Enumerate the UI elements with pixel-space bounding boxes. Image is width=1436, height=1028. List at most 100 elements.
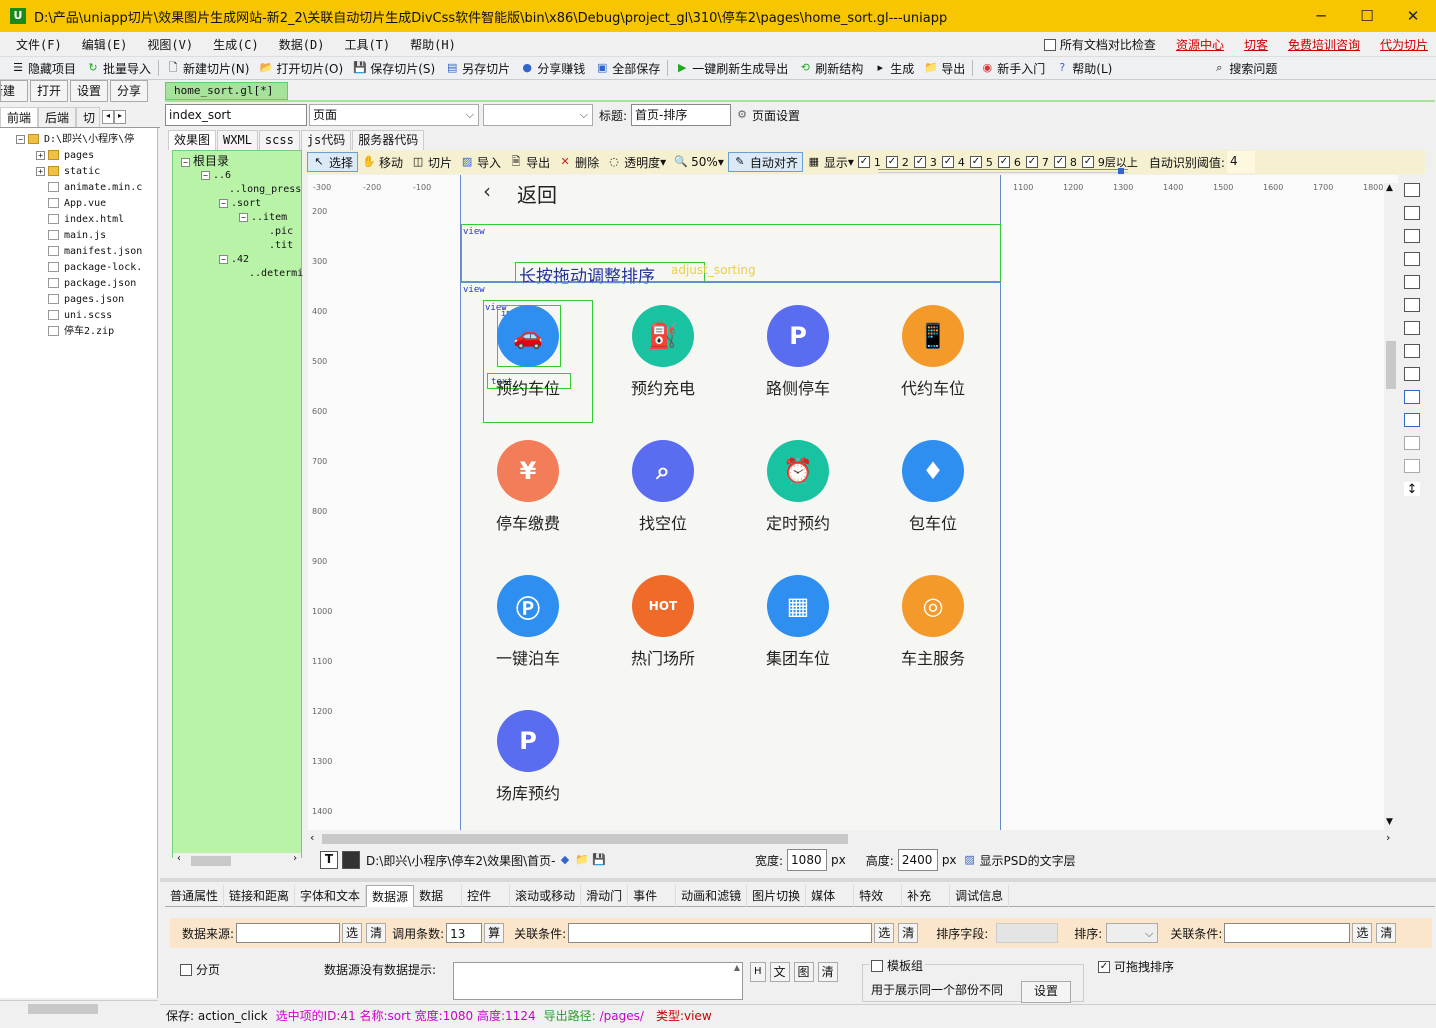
align-center-icon[interactable] — [1404, 206, 1420, 220]
move-tool[interactable]: ✋ 移动 — [358, 152, 407, 172]
folder-icon[interactable]: 📁 — [575, 853, 589, 867]
tab-scroll[interactable]: ◂ ▸ — [102, 109, 127, 124]
compare-all-checkbox[interactable]: 所有文档对比检查 — [1043, 36, 1156, 53]
save-slice-button[interactable]: 💾 保存切片(S) — [348, 57, 440, 79]
file-tree-item[interactable]: App.vue — [48, 196, 106, 212]
align-top-icon[interactable] — [1404, 252, 1420, 266]
grid-item-one-click-park[interactable]: Ⓟ 一键泊车 — [468, 575, 588, 669]
threshold-input[interactable]: 4 — [1226, 151, 1255, 173]
dom-node[interactable]: ..long_press — [229, 183, 301, 197]
grid-item-reserve-space[interactable]: 🚗 预约车位 — [468, 305, 588, 399]
export-button[interactable]: 📁 导出 — [919, 57, 970, 79]
tab-preview[interactable]: 效果图 — [168, 130, 217, 150]
text-button[interactable]: 文 — [769, 962, 790, 982]
tab-wxml[interactable]: WXML — [217, 130, 258, 150]
dom-node[interactable]: .tit — [269, 239, 293, 253]
refresh-generate-export-button[interactable]: ▶ 一键刷新生成导出 — [670, 57, 793, 79]
link-qieke[interactable]: 切客 — [1244, 36, 1268, 53]
file-tree-item[interactable]: index.html — [48, 212, 124, 228]
count-calc-button[interactable]: 算 — [484, 923, 505, 943]
new-tab[interactable]: 新建 — [0, 80, 28, 102]
back-chevron-icon[interactable]: ‹ — [483, 179, 491, 203]
align-middle-icon[interactable] — [1404, 275, 1420, 289]
file-tree-item[interactable]: + static — [36, 164, 100, 180]
tab-supplement[interactable]: 补充 — [902, 884, 951, 907]
tab-backend[interactable]: 后端 — [38, 106, 77, 127]
distribute-vertical-icon[interactable] — [1404, 344, 1420, 358]
collapse-icon[interactable]: − — [201, 170, 210, 180]
canvas-hscroll[interactable]: ‹ › — [308, 831, 1398, 847]
tab-debug[interactable]: 调试信息 — [950, 884, 1010, 907]
file-tree-item[interactable]: uni.scss — [48, 308, 112, 324]
tab-link-distance[interactable]: 链接和距离 — [224, 884, 296, 907]
menu-help[interactable]: 帮助(H) — [400, 36, 466, 53]
file-tree-root[interactable]: − D:\即兴\小程序\停 — [16, 132, 134, 148]
collapse-icon[interactable]: − — [219, 198, 228, 208]
hide-project-button[interactable]: ☰ 隐藏项目 — [6, 57, 81, 79]
file-tree-item[interactable]: 停车2.zip — [48, 324, 114, 340]
color-tool-icon[interactable] — [342, 851, 360, 869]
display-dropdown[interactable]: ▦ 显示 ▾ — [803, 152, 858, 172]
scroll-thumb[interactable] — [322, 834, 848, 844]
level-7-checkbox[interactable]: ✓ 7 — [1025, 156, 1049, 169]
batch-import-button[interactable]: ↻ 批量导入 — [81, 57, 156, 79]
tab-font-text[interactable]: 字体和文本 — [295, 884, 367, 907]
grid-item-find-space[interactable]: ⌕ 找空位 — [603, 440, 723, 534]
dom-node[interactable]: .pic — [269, 225, 293, 239]
level-1-checkbox[interactable]: ✓ 1 — [857, 156, 881, 169]
canvas-vscroll[interactable]: ▲ ▼ — [1384, 183, 1398, 831]
tab-controls[interactable]: 控件 — [462, 884, 511, 907]
link-slice-service[interactable]: 代为切片 — [1380, 36, 1428, 53]
file-tree-item[interactable]: + pages — [36, 148, 94, 164]
paging-checkbox[interactable]: 分页 — [180, 961, 220, 978]
tab-media[interactable]: 媒体 — [806, 884, 855, 907]
width-input[interactable]: 1080 — [787, 849, 828, 871]
level-4-checkbox[interactable]: ✓ 4 — [941, 156, 965, 169]
dom-node[interactable]: ..determi — [249, 267, 303, 281]
export-tool[interactable]: 🗎 导出 — [505, 152, 554, 172]
secondary-select[interactable] — [483, 104, 593, 126]
new-slice-button[interactable]: 🗋 新建切片(N) — [161, 57, 254, 79]
collapse-icon[interactable]: − — [181, 157, 190, 167]
condition2-clear-button[interactable]: 清 — [1376, 923, 1397, 943]
slice-tool[interactable]: ◫ 切片 — [407, 152, 456, 172]
dom-node[interactable]: − .sort — [219, 197, 261, 211]
level-3-checkbox[interactable]: ✓ 3 — [913, 156, 937, 169]
tab-scroll-left-icon[interactable]: ◂ — [102, 109, 115, 124]
collapse-icon[interactable]: − — [16, 134, 25, 144]
level-2-checkbox[interactable]: ✓ 2 — [885, 156, 909, 169]
show-psd-text-button[interactable]: ▨ 显示PSD的文字层 — [963, 852, 1075, 869]
file-tree-item[interactable]: animate.min.c — [48, 180, 142, 196]
source-select-button[interactable]: 选 — [342, 923, 363, 943]
align-bottom-icon[interactable] — [1404, 298, 1420, 312]
add-icon[interactable] — [1404, 436, 1420, 450]
tab-frontend[interactable]: 前端 — [0, 106, 39, 127]
align-left-icon[interactable] — [1404, 183, 1420, 197]
dom-node[interactable]: − .42 — [219, 253, 249, 267]
maximize-button[interactable]: ☐ — [1344, 0, 1390, 32]
menu-generate[interactable]: 生成(C) — [203, 36, 269, 53]
level-slider[interactable] — [878, 168, 1128, 174]
collapse-icon[interactable]: − — [239, 212, 248, 222]
dom-tree-hscroll[interactable]: ‹ › — [173, 853, 301, 869]
clear-hint-button[interactable]: 清 — [817, 962, 838, 982]
distribute-horizontal-icon[interactable] — [1404, 321, 1420, 335]
condition2-select-button[interactable]: 选 — [1352, 923, 1373, 943]
delete-tool[interactable]: ✕ 删除 — [554, 152, 603, 172]
grid-item-proxy-reserve[interactable]: 📱 代约车位 — [873, 305, 993, 399]
expand-icon[interactable]: + — [36, 150, 45, 160]
tab-js[interactable]: js代码 — [300, 130, 352, 150]
menu-view[interactable]: 视图(V) — [137, 36, 203, 53]
open-tab[interactable]: 打开 — [30, 80, 69, 102]
sort-field-input[interactable] — [996, 923, 1059, 943]
html-button[interactable]: H — [750, 962, 766, 982]
dom-node[interactable]: − ..item — [239, 211, 287, 225]
scroll-up-icon[interactable]: ▲ — [1386, 183, 1393, 193]
generate-button[interactable]: ▸ 生成 — [868, 57, 919, 79]
save-icon[interactable]: 💾 — [592, 853, 606, 867]
file-tree-item[interactable]: manifest.json — [48, 244, 142, 260]
empty-hint-textarea[interactable]: ▲ — [453, 962, 743, 1000]
menu-edit[interactable]: 编辑(E) — [72, 36, 138, 53]
level-8-checkbox[interactable]: ✓ 8 — [1053, 156, 1077, 169]
tab-scroll-right-icon[interactable]: ▸ — [114, 109, 127, 124]
